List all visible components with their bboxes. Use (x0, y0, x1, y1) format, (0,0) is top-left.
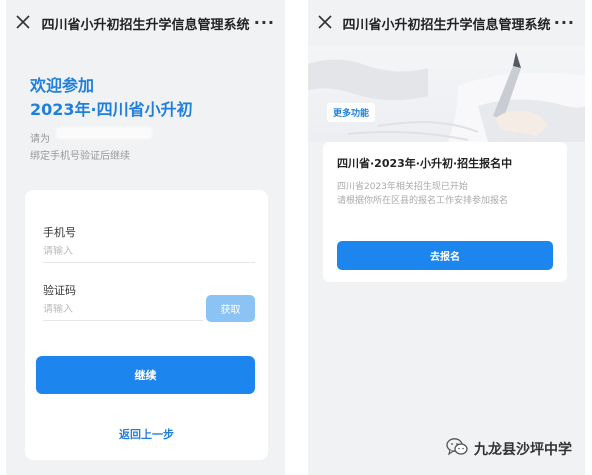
welcome-subheading: 2023年·四川省小升初 (30, 100, 193, 119)
hand-writing-illustration (308, 52, 585, 142)
get-code-button[interactable]: 获取 (206, 295, 255, 322)
phone-label: 手机号 (43, 226, 76, 239)
continue-button[interactable]: 继续 (36, 356, 255, 394)
banner-image: 更多功能 (308, 46, 585, 142)
card-line-2: 请根据你所在区县的报名工作安排参加报名 (337, 196, 509, 206)
page-title: 四川省小升初招生升学信息管理系统 (342, 18, 551, 33)
watermark-text: 九龙县沙坪中学 (474, 442, 572, 458)
more-functions-button[interactable]: 更多功能 (327, 103, 376, 122)
watermark: 九龙县沙坪中学 (446, 438, 572, 460)
wechat-icon (446, 437, 468, 461)
signup-screen: 四川省小升初招生升学信息管理系统 ··· 更多功能 四川省·2023年·小升初·… (308, 0, 585, 475)
code-label: 验证码 (43, 284, 76, 297)
phone-input[interactable] (43, 246, 255, 263)
card-title: 四川省·2023年·小升初·招生报名中 (337, 157, 513, 170)
login-form-card: 手机号 验证码 获取 继续 返回上一步 (25, 190, 268, 460)
go-signup-button[interactable]: 去报名 (337, 241, 553, 270)
hint-please: 请为 (30, 134, 50, 145)
redacted-name (56, 127, 152, 139)
signup-info-card: 四川省·2023年·小升初·招生报名中 四川省2023年相关招生现已开始 请根据… (323, 142, 567, 282)
verification-code-input[interactable] (43, 304, 203, 321)
more-menu-icon[interactable]: ··· (254, 13, 275, 32)
login-screen: 四川省小升初招生升学信息管理系统 ··· 欢迎参加 2023年·四川省小升初 请… (6, 0, 285, 475)
page-title: 四川省小升初招生升学信息管理系统 (41, 18, 250, 33)
title-bar: 四川省小升初招生升学信息管理系统 ··· (308, 0, 585, 46)
title-bar: 四川省小升初招生升学信息管理系统 ··· (6, 0, 285, 46)
welcome-heading: 欢迎参加 (30, 76, 95, 95)
more-menu-icon[interactable]: ··· (554, 13, 575, 32)
back-link[interactable]: 返回上一步 (25, 426, 268, 442)
card-line-1: 四川省2023年相关招生现已开始 (337, 182, 468, 192)
hint-bind-phone: 绑定手机号验证后继续 (30, 151, 130, 162)
